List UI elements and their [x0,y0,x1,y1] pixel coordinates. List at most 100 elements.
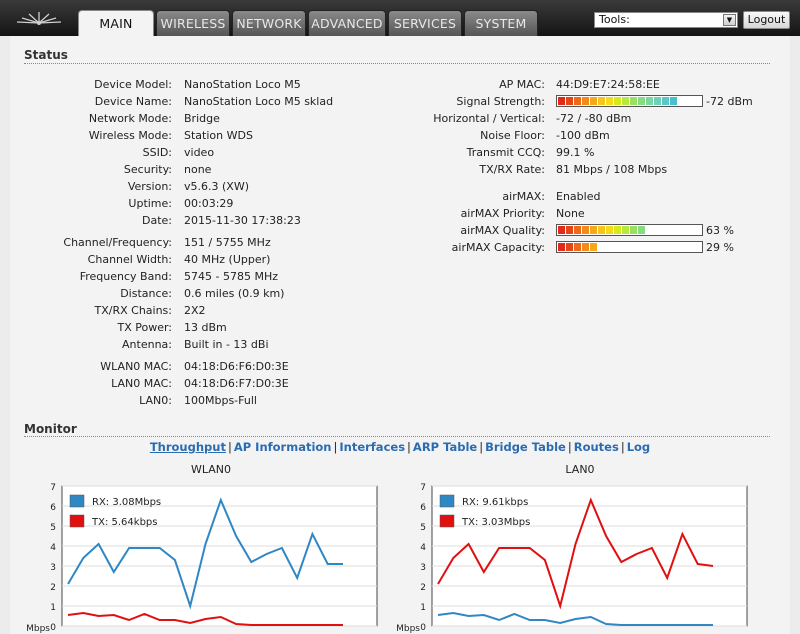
lan0-y-tick-label: 5 [420,523,426,533]
logout-button[interactable]: Logout [743,11,790,29]
transmit-ccq-label: Transmit CCQ: [466,146,545,159]
lan0-legend-swatch [439,494,455,508]
monitor-divider [24,436,770,437]
meter-segment [558,226,565,234]
channel-frequency-label: Channel/Frequency: [63,236,172,249]
uptime-label: Uptime: [128,197,172,210]
monitor-links: Throughput | AP Information | Interfaces | ARP… [0,440,800,454]
monitor-link-ap-information[interactable]: AP Information [234,440,332,454]
channel-frequency-value: 151 / 5755 MHz [184,236,271,249]
lan0-y-tick-label: 2 [420,583,426,593]
airmax-quality-label: airMAX Quality: [460,224,545,237]
meter-segment [630,226,637,234]
device-name-value: NanoStation Loco M5 sklad [184,95,334,108]
tab-system[interactable]: SYSTEM [464,10,538,36]
monitor-link-interfaces[interactable]: Interfaces [339,440,405,454]
wlan0-y-tick-label: 3 [50,563,56,573]
tx-rx-chains-value: 2X2 [184,304,206,317]
link-separator: | [227,440,232,454]
wlan0-legend-label: RX: 3.08Mbps [92,497,161,508]
uptime-value: 00:03:29 [184,197,234,210]
wireless-mode-value: Station WDS [184,129,253,142]
ubiquiti-logo-icon [16,12,62,25]
monitor-section-title: Monitor [24,422,77,436]
network-mode-label: Network Mode: [88,112,172,125]
airmax-priority-value: None [556,207,585,220]
horizontal-vertical-label: Horizontal / Vertical: [433,112,545,125]
tab-advanced[interactable]: ADVANCED [308,10,386,36]
monitor-link-throughput[interactable]: Throughput [150,440,226,454]
tx-rx-rate-label: TX/RX Rate: [479,163,545,176]
link-separator: | [567,440,572,454]
wlan0-legend-label: TX: 5.64kbps [91,517,157,528]
wlan0-y-tick-label: 4 [50,543,56,553]
meter-segment [590,226,597,234]
link-separator: | [620,440,625,454]
security-value: none [184,163,212,176]
network-mode-value: Bridge [184,112,220,125]
tab-network[interactable]: NETWORK [232,10,306,36]
airmax-quality-value: 63 % [706,224,734,237]
lan0-y-axis-label: Mbps [396,624,420,634]
ssid-value: video [184,146,215,159]
wlan0-legend-swatch [69,494,85,508]
device-name-label: Device Name: [94,95,172,108]
meter-segment [614,97,621,105]
wlan0-mac-value: 04:18:D6:F6:D0:3E [184,360,289,373]
link-separator: | [479,440,484,454]
lan0-legend-label: TX: 3.03Mbps [461,517,530,528]
monitor-link-log[interactable]: Log [627,440,650,454]
tab-services[interactable]: SERVICES [388,10,462,36]
status-divider [24,63,770,64]
wlan0-y-tick-label: 5 [50,523,56,533]
airmax-label: airMAX: [502,190,545,203]
wlan0-throughput-chart: 0 1 2 3 4 5 6 7 Mbps RX: 3.08Mbps TX: 5.64kbps [26,483,378,634]
monitor-link-bridge-table[interactable]: Bridge Table [485,440,566,454]
tx-power-label: TX Power: [117,321,172,334]
meter-segment [566,226,573,234]
wlan0-mac-label: WLAN0 MAC: [100,360,172,373]
airmax-capacity-value: 29 % [706,241,734,254]
meter-segment [574,226,581,234]
signal-strength-value: -72 dBm [706,95,753,108]
lan0-y-tick-label: 6 [420,503,426,513]
status-section-title: Status [24,48,68,62]
meter-segment [622,97,629,105]
lan0-y-tick-label: 4 [420,543,426,553]
meter-segment [558,243,565,251]
distance-label: Distance: [120,287,172,300]
lan0-y-tick-label: 3 [420,563,426,573]
lan0-legend-swatch [439,514,455,528]
meter-segment [582,243,589,251]
tab-main[interactable]: MAIN [78,10,154,37]
meter-segment [670,97,677,105]
meter-segment [574,97,581,105]
tx-power-value: 13 dBm [184,321,227,334]
security-label: Security: [123,163,172,176]
wlan0-y-tick-label: 1 [50,603,56,613]
chevron-down-icon[interactable]: ▼ [723,14,736,26]
meter-segment [662,97,669,105]
monitor-link-arp-table[interactable]: ARP Table [413,440,477,454]
meter-segment [582,226,589,234]
lan0-throughput-chart: 0 1 2 3 4 5 6 7 Mbps RX: 9.61kbps TX: 3.03Mbps [396,483,748,634]
monitor-link-routes[interactable]: Routes [574,440,619,454]
meter-segment [614,226,621,234]
meter-segment [574,243,581,251]
distance-value: 0.6 miles (0.9 km) [184,287,285,300]
wlan0-legend-swatch [69,514,85,528]
antenna-value: Built in - 13 dBi [184,338,269,351]
channel-width-label: Channel Width: [87,253,172,266]
tools-select[interactable]: Tools: ▼ [594,12,738,28]
wlan0-y-axis-label: Mbps [26,624,50,634]
wlan0-chart-title: WLAN0 [190,463,231,476]
lan0-y-tick-label: 0 [420,623,426,633]
meter-segment [638,226,645,234]
meter-segment [606,97,613,105]
top-nav-bar: MAIN WIRELESS NETWORK ADVANCED SERVICES … [0,0,800,37]
link-separator: | [407,440,411,454]
tab-wireless[interactable]: WIRELESS [156,10,230,36]
lan0-y-tick-label: 1 [420,603,426,613]
version-label: Version: [127,180,172,193]
lan0-mac-value: 04:18:D6:F7:D0:3E [184,377,289,390]
